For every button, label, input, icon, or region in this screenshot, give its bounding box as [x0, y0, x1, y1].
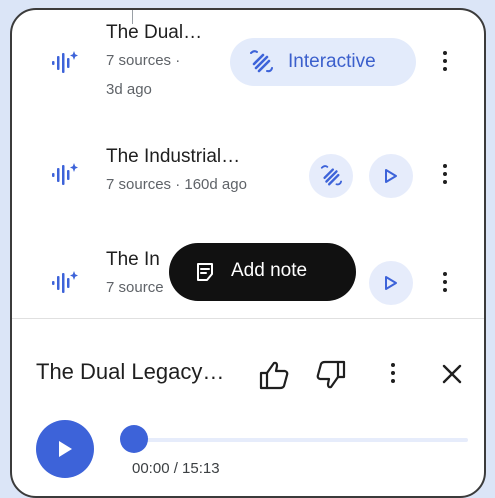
audio-wave-icon	[52, 51, 78, 73]
play-icon	[385, 276, 397, 290]
item-subtitle: 7 sources · 160d ago	[106, 176, 247, 193]
thumbs-up-icon[interactable]	[258, 360, 290, 390]
interactive-button[interactable]: Interactive	[230, 38, 416, 86]
item-title: The In	[106, 249, 160, 270]
thumbs-down-icon[interactable]	[315, 360, 347, 390]
audio-overview-panel: The Dual… 7 sources · 3d ago Interactive…	[10, 8, 486, 498]
item-age: 3d ago	[106, 81, 152, 98]
divider	[12, 318, 484, 319]
audio-wave-icon	[52, 163, 78, 185]
item-sources: 7 sources ·	[106, 52, 181, 69]
more-vert-icon[interactable]	[442, 51, 448, 73]
more-vert-icon[interactable]	[442, 164, 448, 186]
play-icon	[385, 169, 397, 183]
list-item[interactable]: The Industrial… 7 sources · 160d ago	[12, 122, 484, 212]
interactive-hand-icon	[250, 50, 273, 73]
close-icon[interactable]	[442, 364, 462, 384]
list-item[interactable]: The Dual… 7 sources · 3d ago Interactive	[12, 10, 484, 100]
play-button[interactable]	[369, 261, 413, 305]
add-note-toast[interactable]: Add note	[169, 243, 356, 301]
more-vert-icon[interactable]	[442, 272, 448, 294]
play-button[interactable]	[36, 420, 94, 478]
add-note-label: Add note	[231, 260, 308, 281]
play-icon	[59, 441, 72, 457]
item-subtitle: 7 source	[106, 279, 164, 296]
note-icon	[197, 263, 213, 281]
progress-track[interactable]	[122, 438, 468, 442]
more-vert-icon[interactable]	[390, 363, 396, 385]
interactive-button[interactable]	[309, 154, 353, 198]
playback-time: 00:00 / 15:13	[132, 460, 220, 477]
item-title: The Industrial…	[106, 146, 241, 167]
interactive-label: Interactive	[288, 51, 376, 72]
audio-wave-icon	[52, 271, 78, 293]
player-title: The Dual Legacy…	[36, 359, 225, 384]
item-title: The Dual…	[106, 22, 203, 43]
interactive-hand-icon	[320, 165, 342, 186]
play-button[interactable]	[369, 154, 413, 198]
progress-knob[interactable]	[120, 425, 148, 453]
